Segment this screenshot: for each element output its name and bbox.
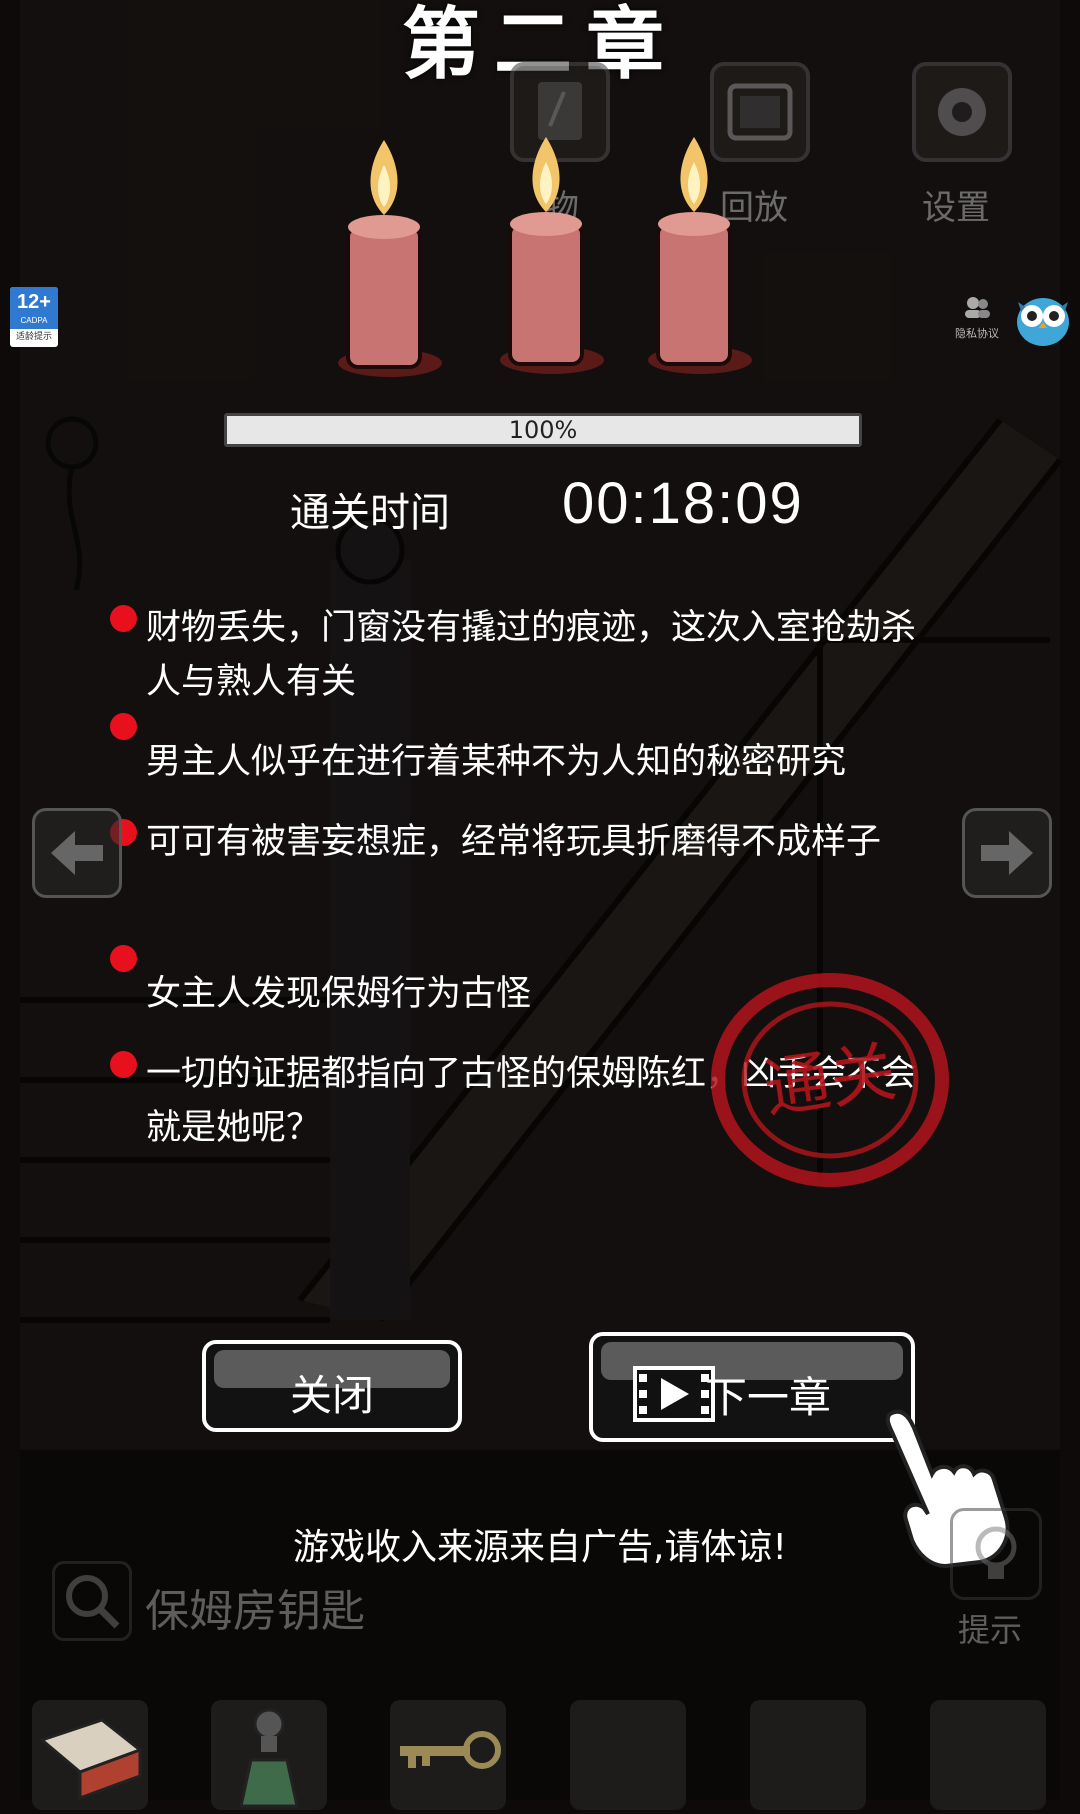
candle-icon — [648, 137, 752, 374]
clue-text: 财物丢失，门窗没有撬过的痕迹，这次入室抢劫杀人与熟人有关 — [146, 608, 917, 702]
gear-icon — [938, 88, 986, 136]
clear-time-value: 00:18:09 — [562, 471, 804, 536]
privacy-button[interactable]: 隐私协议 — [952, 295, 1002, 341]
ad-notice: 游戏收入来源来自广告,请体谅! — [293, 1527, 787, 1568]
inventory-slot[interactable] — [750, 1700, 866, 1810]
prev-arrow-button[interactable] — [32, 808, 122, 898]
magnifier-button[interactable] — [52, 1561, 132, 1641]
hint-label: 提示 — [958, 1611, 1023, 1649]
clue-dot-icon — [110, 605, 137, 632]
key-icon — [400, 1731, 501, 1769]
age-rating-age: 12+ — [17, 291, 51, 313]
clue-dot-icon — [110, 945, 137, 972]
arrow-right-icon — [981, 831, 1033, 875]
next-chapter-label: 下一章 — [704, 1373, 831, 1422]
next-chapter-button[interactable]: 下一章 — [589, 1332, 915, 1442]
age-rating-note: 适龄提示 — [15, 332, 52, 342]
close-button[interactable]: 关闭 — [202, 1340, 462, 1432]
candle-icon — [338, 140, 442, 377]
inventory-slot[interactable] — [570, 1700, 686, 1810]
progress-text: 100% — [508, 416, 578, 444]
arrow-left-icon — [51, 831, 103, 875]
settings-button-label: 设置 — [922, 188, 990, 228]
inventory-slot[interactable] — [211, 1700, 327, 1810]
age-rating-org: CADPA — [20, 316, 48, 325]
inventory-slot[interactable] — [930, 1700, 1046, 1810]
inventory-slot[interactable] — [32, 1700, 148, 1810]
candle-icon — [500, 137, 604, 374]
inventory-slot[interactable] — [390, 1700, 506, 1810]
clue-text: 可可有被害妄想症，经常将玩具折磨得不成样子 — [146, 822, 882, 862]
owl-mascot-icon[interactable] — [1012, 288, 1074, 348]
next-arrow-button[interactable] — [962, 808, 1052, 898]
lightbulb-icon — [975, 1526, 1017, 1579]
hint-button[interactable] — [950, 1508, 1042, 1600]
privacy-label: 隐私协议 — [955, 327, 999, 340]
settings-button[interactable] — [912, 62, 1012, 162]
users-icon — [965, 297, 990, 318]
progress-bar: 100% — [224, 413, 862, 447]
close-button-label: 关闭 — [289, 1371, 374, 1420]
bottle-icon — [239, 1708, 299, 1808]
clue-text: 男主人似乎在进行着某种不为人知的秘密研究 — [146, 742, 847, 782]
matchbox-icon — [38, 1718, 144, 1801]
magnifier-icon — [66, 1575, 120, 1629]
current-item-name: 保姆房钥匙 — [145, 1586, 365, 1637]
cleared-stamp: 通关 — [711, 973, 949, 1187]
clear-time-label: 通关时间 — [290, 490, 450, 536]
stamp-text: 通关 — [759, 1033, 900, 1128]
clue-dot-icon — [110, 713, 137, 740]
clue-dot-icon — [110, 1051, 137, 1078]
age-rating-badge[interactable]: 12+ CADPA 适龄提示 — [10, 287, 58, 347]
